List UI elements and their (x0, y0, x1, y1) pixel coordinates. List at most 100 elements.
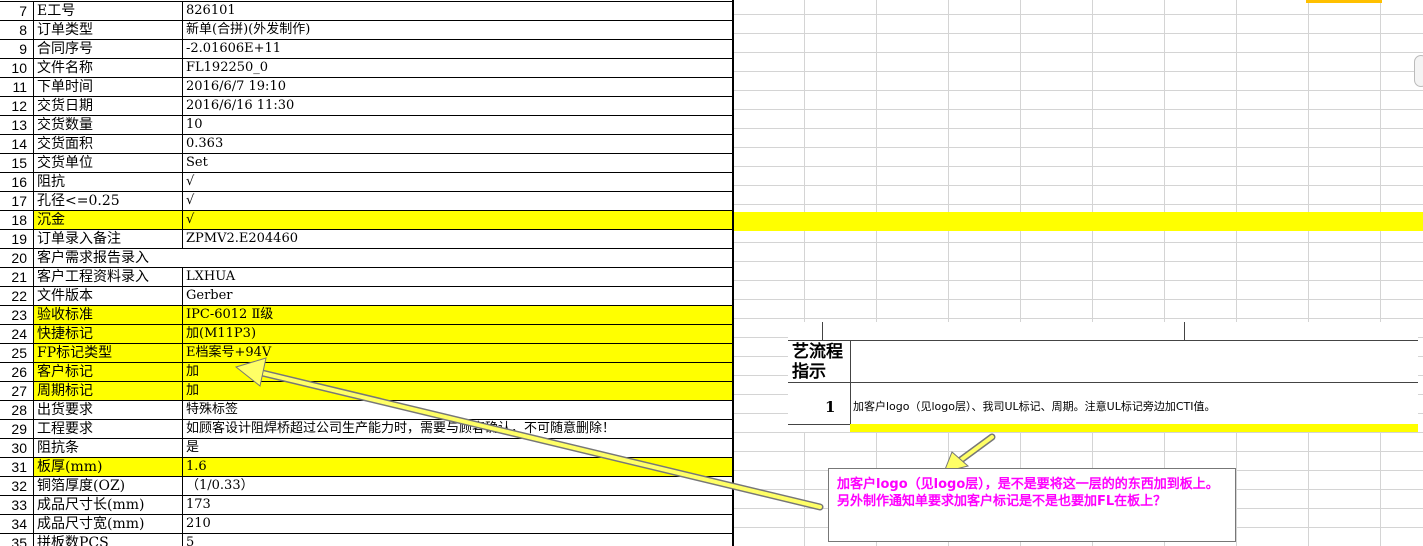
field-label-cell[interactable]: 成品尺寸长(mm) (34, 496, 183, 514)
field-value-cell[interactable]: 新单(合拼)(外发制作) (183, 21, 732, 39)
table-row[interactable]: 19 订单录入备注 ZPMV2.E204460 (0, 230, 732, 249)
field-value-cell[interactable]: （1/0.33） (183, 477, 732, 495)
table-row[interactable]: 17 孔径<=0.25 √ (0, 192, 732, 211)
field-value-cell[interactable]: 特殊标签 (183, 401, 732, 419)
field-value-cell[interactable]: 1.6 (183, 458, 732, 476)
table-row[interactable]: 16 阻抗 √ (0, 173, 732, 192)
field-value-cell[interactable]: 加 (183, 382, 732, 400)
row-number[interactable]: 21 (0, 268, 34, 286)
field-label-cell[interactable]: 阻抗 (34, 173, 183, 191)
table-row[interactable]: 10 文件名称 FL192250_0 (0, 59, 732, 78)
table-row[interactable]: 18 沉金 √ (0, 211, 732, 230)
field-label-cell[interactable]: 客户标记 (34, 363, 183, 381)
table-row[interactable]: 34 成品尺寸宽(mm) 210 (0, 515, 732, 534)
field-label-cell[interactable]: 铜箔厚度(OZ) (34, 477, 183, 495)
field-label-cell[interactable]: 客户需求报告录入 (34, 249, 183, 267)
field-label-cell[interactable]: 验收标准 (34, 306, 183, 324)
field-label-cell[interactable]: E工号 (34, 2, 183, 20)
field-label-cell[interactable]: 沉金 (34, 211, 183, 229)
field-label-cell[interactable]: 孔径<=0.25 (34, 192, 183, 210)
field-value-cell[interactable]: √ (183, 211, 732, 229)
row-number[interactable]: 29 (0, 420, 34, 438)
empty-cell-grid[interactable] (734, 0, 1423, 546)
row-number[interactable]: 24 (0, 325, 34, 343)
row-number[interactable]: 30 (0, 439, 34, 457)
scroll-handle[interactable] (1414, 55, 1423, 87)
table-row[interactable]: 24 快捷标记 加(M11P3) (0, 325, 732, 344)
table-row[interactable]: 22 文件版本 Gerber (0, 287, 732, 306)
table-row[interactable]: 28 出货要求 特殊标签 (0, 401, 732, 420)
table-row[interactable]: 9 合同序号 -2.01606E+11 (0, 40, 732, 59)
field-value-cell[interactable]: 210 (183, 515, 732, 533)
field-value-cell[interactable]: √ (183, 192, 732, 210)
table-row[interactable]: 15 交货单位 Set (0, 154, 732, 173)
field-label-cell[interactable]: 拼板数PCS (34, 534, 183, 546)
field-value-cell[interactable]: 是 (183, 439, 732, 457)
field-value-cell[interactable]: 2016/6/7 19:10 (183, 78, 732, 96)
table-row[interactable]: 30 阻抗条是 (0, 439, 732, 458)
row-number[interactable]: 27 (0, 382, 34, 400)
row-number[interactable]: 26 (0, 363, 34, 381)
field-label-cell[interactable]: 工程要求 (34, 420, 183, 438)
field-value-cell[interactable]: 173 (183, 496, 732, 514)
field-label-cell[interactable]: 订单录入备注 (34, 230, 183, 248)
row-number[interactable]: 15 (0, 154, 34, 172)
table-row[interactable]: 25 FP标记类型 E档案号+94V (0, 344, 732, 363)
row-number[interactable]: 14 (0, 135, 34, 153)
table-row[interactable]: 23 验收标准 IPC-6012 Ⅱ级 (0, 306, 732, 325)
field-label-cell[interactable]: 周期标记 (34, 382, 183, 400)
table-row[interactable]: 8 订单类型 新单(合拼)(外发制作) (0, 21, 732, 40)
row-number[interactable]: 16 (0, 173, 34, 191)
field-value-cell[interactable]: 826101 (183, 2, 732, 20)
field-value-cell[interactable]: 2016/6/16 11:30 (183, 97, 732, 115)
row-number[interactable]: 8 (0, 21, 34, 39)
field-value-cell[interactable]: 如顾客设计阻焊桥超过公司生产能力时，需要与顾客确认，不可随意删除！ (183, 420, 732, 438)
field-value-cell[interactable]: Gerber (183, 287, 732, 305)
row-number[interactable]: 18 (0, 211, 34, 229)
row-number[interactable]: 7 (0, 2, 34, 20)
field-label-cell[interactable]: 交货日期 (34, 97, 183, 115)
table-row[interactable]: 14 交货面积 0.363 (0, 135, 732, 154)
table-row[interactable]: 12 交货日期 2016/6/16 11:30 (0, 97, 732, 116)
table-row[interactable]: 26 客户标记加 (0, 363, 732, 382)
row-number[interactable]: 25 (0, 344, 34, 362)
row-number[interactable]: 10 (0, 59, 34, 77)
row-number[interactable]: 35 (0, 534, 34, 546)
table-row[interactable]: 11 下单时间 2016/6/7 19:10 (0, 78, 732, 97)
row-number[interactable]: 11 (0, 78, 34, 96)
field-label-cell[interactable]: FP标记类型 (34, 344, 183, 362)
field-value-cell[interactable]: FL192250_0 (183, 59, 732, 77)
row-number[interactable]: 31 (0, 458, 34, 476)
row-number[interactable]: 9 (0, 40, 34, 58)
field-label-cell[interactable]: 快捷标记 (34, 325, 183, 343)
field-label-cell[interactable]: 客户工程资料录入 (34, 268, 183, 286)
field-value-cell[interactable]: IPC-6012 Ⅱ级 (183, 306, 732, 324)
row-number[interactable]: 20 (0, 249, 34, 267)
row-number[interactable]: 17 (0, 192, 34, 210)
table-row[interactable]: 35 拼板数PCS 5 (0, 534, 732, 546)
table-row[interactable]: 29 工程要求 如顾客设计阻焊桥超过公司生产能力时，需要与顾客确认，不可随意删除！ (0, 420, 732, 439)
field-label-cell[interactable]: 下单时间 (34, 78, 183, 96)
table-row[interactable]: 13 交货数量 10 (0, 116, 732, 135)
field-label-cell[interactable]: 出货要求 (34, 401, 183, 419)
field-label-cell[interactable]: 交货数量 (34, 116, 183, 134)
field-label-cell[interactable]: 板厚(mm) (34, 458, 183, 476)
row-number[interactable]: 23 (0, 306, 34, 324)
field-label-cell[interactable]: 交货面积 (34, 135, 183, 153)
table-row[interactable]: 32 铜箔厚度(OZ) （1/0.33） (0, 477, 732, 496)
field-value-cell[interactable]: Set (183, 154, 732, 172)
table-row[interactable]: 33 成品尺寸长(mm) 173 (0, 496, 732, 515)
field-value-cell[interactable]: 加 (183, 363, 732, 381)
field-label-cell[interactable]: 交货单位 (34, 154, 183, 172)
table-row[interactable]: 31 板厚(mm) 1.6 (0, 458, 732, 477)
table-row[interactable]: 7 E工号 826101 (0, 2, 732, 21)
table-row[interactable]: 20 客户需求报告录入 (0, 249, 732, 268)
field-label-cell[interactable]: 合同序号 (34, 40, 183, 58)
row-number[interactable]: 28 (0, 401, 34, 419)
field-value-cell[interactable] (183, 249, 732, 267)
field-value-cell[interactable]: E档案号+94V (183, 344, 732, 362)
row-number[interactable]: 32 (0, 477, 34, 495)
field-label-cell[interactable]: 阻抗条 (34, 439, 183, 457)
table-row[interactable]: 21 客户工程资料录入 LXHUA (0, 268, 732, 287)
row-number[interactable]: 22 (0, 287, 34, 305)
